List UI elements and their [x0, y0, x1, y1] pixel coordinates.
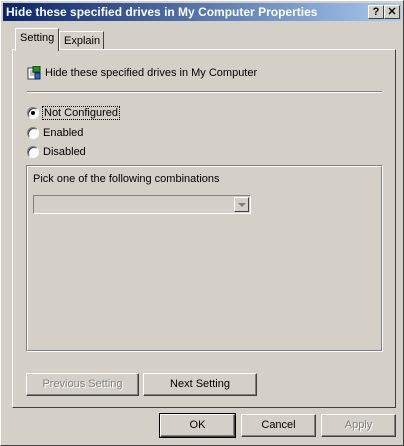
help-button[interactable]: ? [368, 5, 384, 19]
properties-dialog: Hide these specified drives in My Comput… [0, 0, 404, 446]
close-button[interactable]: ✕ [384, 5, 400, 19]
separator [27, 91, 382, 93]
policy-icon [27, 65, 41, 80]
pick-label: Pick one of the following combinations [33, 173, 220, 185]
radio-not-configured[interactable]: Not Configured [27, 106, 120, 120]
tab-setting[interactable]: Setting [15, 28, 59, 51]
ok-button[interactable]: OK [159, 413, 236, 438]
previous-setting-button[interactable]: Previous Setting [26, 373, 139, 396]
next-setting-button[interactable]: Next Setting [143, 373, 257, 396]
radio-enabled[interactable]: Enabled [27, 127, 83, 139]
radio-label: Not Configured [42, 106, 120, 120]
radio-circle[interactable] [27, 146, 39, 158]
tab-setting-label: Setting [20, 32, 55, 44]
radio-circle[interactable] [27, 127, 39, 139]
window-title: Hide these specified drives in My Comput… [6, 5, 318, 19]
radio-label: Enabled [43, 127, 84, 139]
policy-heading-text: Hide these specified drives in My Comput… [45, 67, 258, 79]
title-bar[interactable]: Hide these specified drives in My Comput… [3, 3, 401, 21]
radio-circle[interactable] [27, 107, 39, 119]
options-panel [26, 165, 383, 352]
tab-explain-label: Explain [64, 35, 101, 47]
cancel-button[interactable]: Cancel [241, 414, 316, 437]
radio-label: Disabled [43, 146, 86, 158]
radio-disabled[interactable]: Disabled [27, 146, 86, 158]
tab-explain[interactable]: Explain [59, 31, 104, 50]
policy-heading: Hide these specified drives in My Comput… [27, 65, 258, 80]
apply-button[interactable]: Apply [321, 414, 396, 437]
chevron-down-icon[interactable] [234, 197, 249, 212]
combination-dropdown[interactable] [33, 195, 251, 214]
